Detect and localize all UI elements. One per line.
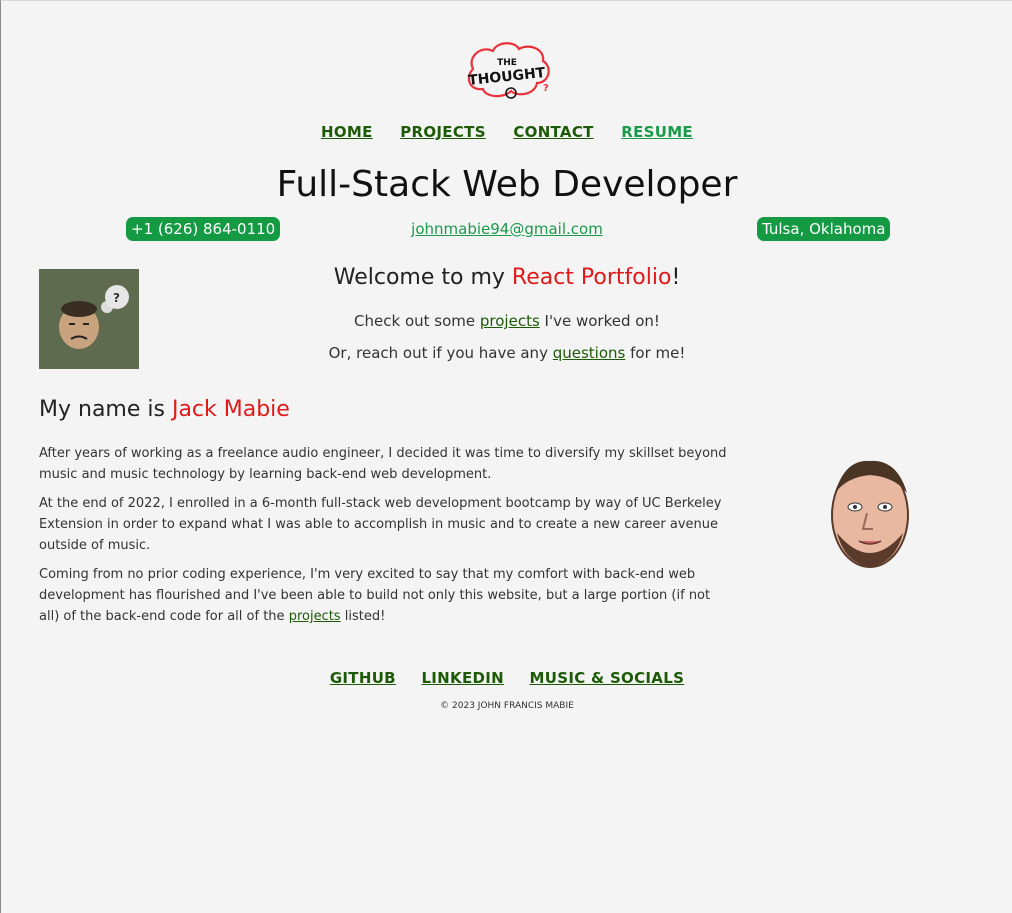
line2-prefix: Or, reach out if you have any — [328, 344, 553, 362]
portrait-image — [831, 460, 909, 568]
welcome-line-questions: Or, reach out if you have any questions … — [1, 344, 1012, 362]
main-nav: HOME PROJECTS CONTACT RESUME — [1, 123, 1012, 141]
welcome-line-projects: Check out some projects I've worked on! — [1, 312, 1012, 330]
about-heading-name: Jack Mabie — [171, 397, 290, 422]
nav-projects-link[interactable]: PROJECTS — [400, 123, 486, 141]
about-heading-prefix: My name is — [39, 397, 172, 422]
location-badge: Tulsa, Oklahoma — [757, 217, 891, 241]
the-thought-logo[interactable]: THE THOUGHT ? — [463, 39, 553, 101]
music-socials-link[interactable]: MUSIC & SOCIALS — [530, 669, 685, 687]
line2-suffix: for me! — [625, 344, 686, 362]
nav-contact-link[interactable]: CONTACT — [513, 123, 593, 141]
footer-nav: GITHUB LINKEDIN MUSIC & SOCIALS — [1, 669, 1012, 687]
svg-text:?: ? — [113, 291, 120, 305]
p3-suffix: listed! — [340, 609, 386, 624]
welcome-highlight: React Portfolio — [511, 265, 672, 290]
about-paragraph-2: At the end of 2022, I enrolled in a 6-mo… — [39, 496, 722, 553]
svg-text:?: ? — [543, 83, 549, 94]
welcome-prefix: Welcome to my — [333, 265, 512, 290]
questions-inline-link[interactable]: questions — [553, 344, 626, 362]
email-link[interactable]: johnmabie94@gmail.com — [411, 220, 603, 238]
nav-resume-link[interactable]: RESUME — [621, 123, 693, 141]
line1-prefix: Check out some — [354, 312, 480, 330]
linkedin-link[interactable]: LINKEDIN — [421, 669, 504, 687]
github-link[interactable]: GITHUB — [330, 669, 396, 687]
welcome-heading: Welcome to my React Portfolio! — [1, 265, 1012, 290]
projects-inline-link[interactable]: projects — [480, 312, 540, 330]
svg-text:THOUGHT: THOUGHT — [468, 65, 547, 89]
svg-text:THE: THE — [497, 58, 517, 68]
nav-home-link[interactable]: HOME — [321, 123, 373, 141]
about-paragraph-3: Coming from no prior coding experience, … — [39, 564, 729, 627]
about-heading: My name is Jack Mabie — [39, 397, 290, 422]
copyright-text: © 2023 JOHN FRANCIS MABIE — [440, 701, 574, 711]
page-title: Full-Stack Web Developer — [276, 164, 738, 205]
projects-about-link[interactable]: projects — [289, 609, 341, 624]
line1-suffix: I've worked on! — [539, 312, 660, 330]
about-paragraph-1: After years of working as a freelance au… — [39, 446, 727, 482]
welcome-suffix: ! — [671, 265, 681, 290]
